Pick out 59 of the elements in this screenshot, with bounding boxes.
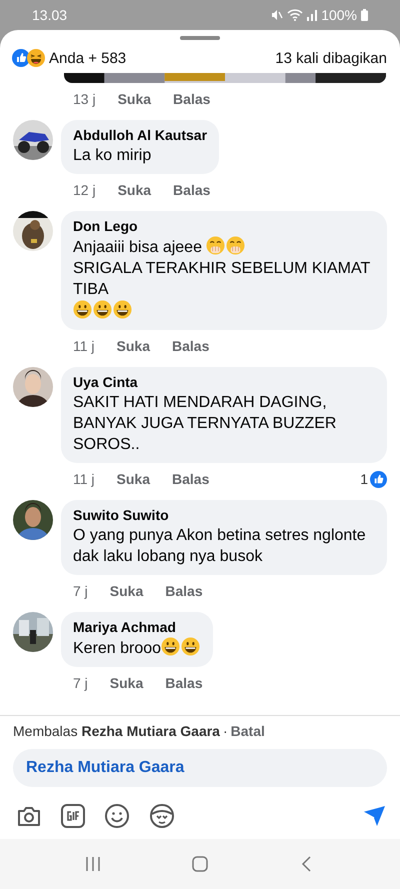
send-icon[interactable] (362, 805, 386, 827)
reaction-summary[interactable]: Anda + 583 (49, 50, 126, 66)
like-link[interactable]: Suka (118, 91, 152, 107)
gif-icon[interactable] (61, 804, 85, 828)
like-link[interactable]: Suka (118, 182, 152, 198)
battery-icon (361, 9, 368, 21)
author-name[interactable]: Don Lego (73, 218, 375, 234)
comment-text: SRIGALA TERAKHIR SEBELUM KIAMAT TIBA (73, 260, 370, 298)
separator-dot: · (222, 723, 228, 739)
comment-text: O yang punya Akon betina setres nglonte dak laku lobang nya busok (73, 527, 366, 565)
grinning-face-icon (93, 300, 112, 319)
share-count[interactable]: 13 kali dibagikan (275, 50, 387, 66)
clock: 13.03 (32, 7, 68, 23)
battery-level: 100% (321, 7, 357, 23)
avatar-sticker-icon[interactable] (149, 804, 175, 828)
laughing-face-icon (27, 49, 45, 67)
cancel-link[interactable]: Batal (230, 723, 265, 739)
timestamp: 12 j (73, 182, 96, 198)
like-link[interactable]: Suka (116, 338, 150, 354)
timestamp: 11 j (73, 338, 95, 354)
timestamp: 7 j (73, 583, 88, 599)
comment-input[interactable]: Rezha Mutiara Gaara (13, 749, 387, 787)
grinning-face-icon (73, 300, 92, 319)
reply-link[interactable]: Balas (173, 91, 210, 107)
like-link[interactable]: Suka (116, 471, 150, 487)
reply-link[interactable]: Balas (165, 583, 203, 599)
reply-link[interactable]: Balas (172, 471, 210, 487)
author-name[interactable]: Mariya Achmad (73, 619, 202, 635)
drag-handle[interactable] (180, 36, 220, 40)
replying-to-text: Membalas Rezha Mutiara Gaara (13, 723, 220, 739)
like-link[interactable]: Suka (110, 675, 144, 691)
comment-text: Keren brooo (73, 640, 162, 657)
comment-text: La ko mirip (73, 147, 152, 164)
timestamp: 11 j (73, 471, 95, 487)
hand-over-mouth-icon (206, 236, 226, 255)
author-name[interactable]: Uya Cinta (73, 374, 375, 390)
grinning-face-icon (113, 300, 132, 319)
grinning-face-icon (161, 637, 180, 656)
grinning-face-icon (181, 637, 200, 656)
hand-over-mouth-icon (226, 236, 246, 255)
comment-text: Anjaaiii bisa ajeee (73, 239, 203, 256)
reply-link[interactable]: Balas (165, 675, 203, 691)
like-count: 1 (360, 471, 368, 487)
author-name[interactable]: Suwito Suwito (73, 507, 375, 523)
timestamp: 13 j (73, 91, 96, 107)
like-reaction-icon (370, 470, 387, 488)
reply-link[interactable]: Balas (172, 338, 210, 354)
wifi-icon (287, 9, 304, 21)
timestamp: 7 j (73, 675, 88, 691)
like-link[interactable]: Suka (110, 583, 144, 599)
camera-icon[interactable] (17, 805, 41, 827)
smiley-icon[interactable] (105, 804, 129, 828)
home-icon[interactable] (192, 856, 208, 872)
reply-link[interactable]: Balas (173, 182, 210, 198)
mute-icon (271, 9, 284, 21)
comment-text: SAKIT HATI MENDARAH DAGING, BANYAK JUGA TERNYATA BUZZER SOROS.. (73, 394, 336, 453)
signal-icon (307, 9, 318, 21)
author-name[interactable]: Abdulloh Al Kautsar (73, 127, 208, 143)
recent-apps-icon[interactable] (85, 856, 102, 872)
